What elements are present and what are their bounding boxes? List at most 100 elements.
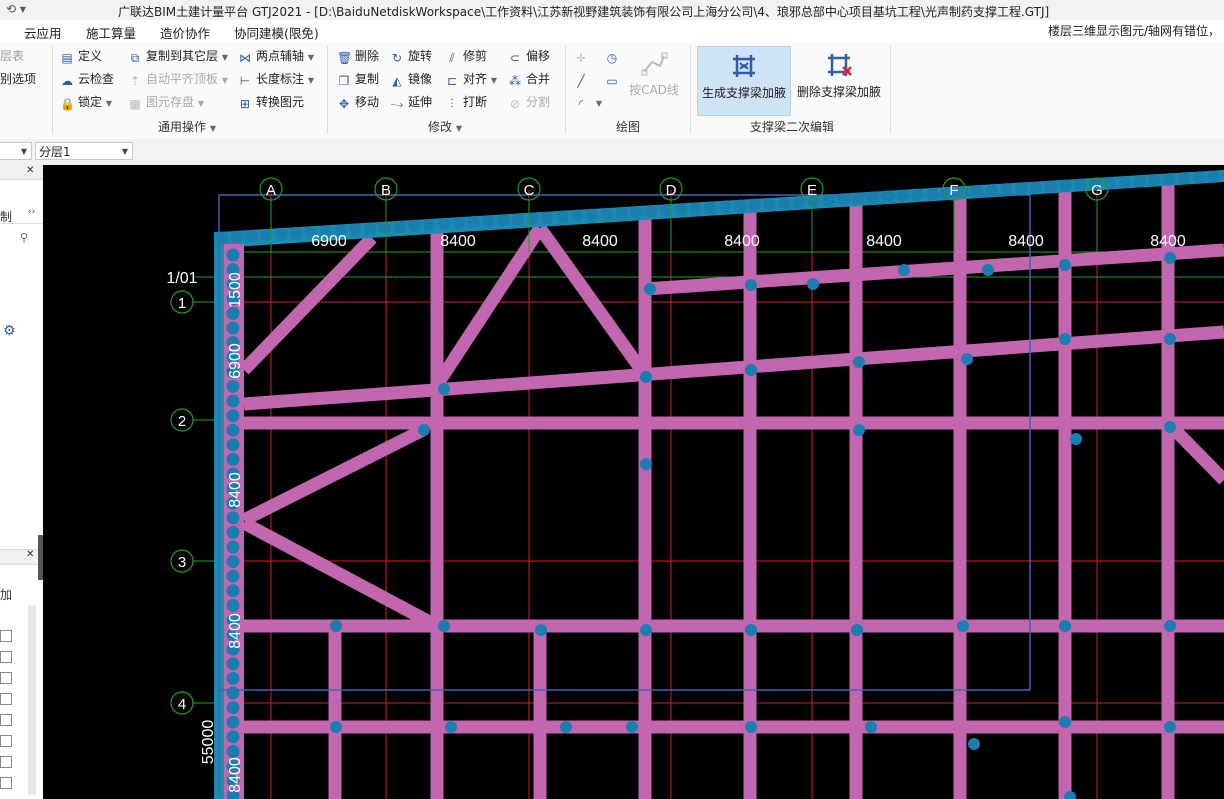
pile xyxy=(1044,180,1058,193)
layer-checkbox[interactable] xyxy=(0,630,12,642)
ribbon-separator xyxy=(52,46,53,134)
rotate-icon: ↻ xyxy=(391,51,403,65)
ribbon-separator xyxy=(890,46,891,134)
span-dimension: 8400 xyxy=(866,233,902,250)
pile xyxy=(467,216,480,229)
axis-label: F xyxy=(949,182,958,199)
row-dimension: 1500 xyxy=(227,272,244,308)
chevron-right-icon[interactable]: ›› xyxy=(28,207,35,217)
pile xyxy=(961,353,973,365)
vertical-scrollbar[interactable] xyxy=(28,605,36,795)
panel-tab-label[interactable]: 制 xyxy=(0,208,12,225)
pile xyxy=(1163,173,1176,186)
pile xyxy=(226,409,240,423)
copy-button[interactable]: ❐ 复制 xyxy=(337,71,379,88)
pile xyxy=(452,216,465,230)
circle-tool[interactable]: ◷ xyxy=(605,48,623,65)
layer-checkbox[interactable] xyxy=(0,672,12,684)
axis-label: 1/01 xyxy=(166,270,197,287)
group-general-label[interactable]: 通用操作 ▼ xyxy=(158,118,216,135)
pile xyxy=(745,721,757,733)
length-dim-button[interactable]: ⊢ 长度标注 ▼ xyxy=(238,71,314,89)
line-tool[interactable]: ╱ xyxy=(574,71,592,88)
menu-collab-modeling[interactable]: 协同建模(限免) xyxy=(234,23,319,42)
pile xyxy=(793,195,806,209)
two-point-axis-button[interactable]: ⋈ 两点辅轴 ▼ xyxy=(238,48,314,66)
trim-button[interactable]: ⫽ 修剪 xyxy=(445,48,487,65)
generate-haunch-button[interactable]: 生成支撑梁加腋 xyxy=(697,46,791,116)
search-icon[interactable]: ⚲ xyxy=(20,231,28,244)
tree-node-icon[interactable]: ⚙ xyxy=(3,323,16,339)
lock-button[interactable]: 🔒 锁定 ▼ xyxy=(60,94,112,112)
group-modify-label[interactable]: 修改 ▼ xyxy=(428,118,462,135)
define-button[interactable]: ▤ 定义 xyxy=(60,48,102,65)
pile xyxy=(230,230,243,244)
point-tool[interactable]: ✛ xyxy=(574,48,592,65)
remove-haunch-button[interactable]: 删除支撑梁加腋 xyxy=(793,46,885,114)
pile xyxy=(445,721,457,733)
layer-checkbox[interactable] xyxy=(0,651,12,663)
convert-element-button[interactable]: ⊞ 转换图元 xyxy=(238,94,304,111)
move-button[interactable]: ✥ 移动 xyxy=(337,94,379,111)
row-dimension: 8400 xyxy=(227,472,244,508)
pile xyxy=(822,194,835,207)
align-button[interactable]: ⊏ 对齐 ▼ xyxy=(445,71,497,89)
close-icon[interactable]: ✕ xyxy=(26,165,34,176)
cad-drawing[interactable]: A B C D E F G 6900 8400 8400 8400 8400 8400 8400 1/01 1… xyxy=(43,165,1224,799)
cad-line-button[interactable]: 按CAD线 xyxy=(626,46,682,114)
quick-access-toolbar[interactable]: ⟲ ▾ xyxy=(6,2,26,16)
menu-cloud-app[interactable]: 云应用 xyxy=(24,23,62,42)
menu-bar: 云应用 施工算量 造价协作 协同建模(限免) 楼层三维显示图元/轴网有错位， xyxy=(0,20,1224,42)
layer-checkbox[interactable] xyxy=(0,735,12,747)
layer-checkbox[interactable] xyxy=(0,756,12,768)
drawing-canvas[interactable]: A B C D E F G 6900 8400 8400 8400 8400 8400 8400 1/01 1… xyxy=(43,165,1224,799)
arc-tool[interactable]: ◜ ▼ xyxy=(574,94,602,112)
extend-button[interactable]: ⤍ 延伸 xyxy=(390,94,432,111)
pile xyxy=(1074,178,1087,192)
chevron-down-icon: ▼ xyxy=(121,147,128,156)
copy-to-floor-button[interactable]: ⧉ 复制到其它层 ▼ xyxy=(128,48,228,66)
cloud-check-button[interactable]: ☁ 云检查 xyxy=(60,71,114,88)
span-dimension: 8400 xyxy=(724,233,760,250)
menu-cost-collab[interactable]: 造价协作 xyxy=(160,23,210,42)
floor-table-button[interactable]: 层表 xyxy=(0,48,24,64)
element-save-button[interactable]: ▦ 图元存盘 ▼ xyxy=(128,94,204,112)
identify-options-button[interactable]: 别选项 xyxy=(0,71,36,87)
merge-button[interactable]: ⁂ 合并 xyxy=(508,71,550,88)
pile xyxy=(585,208,599,222)
pile xyxy=(226,438,240,452)
pile xyxy=(763,197,776,211)
pile xyxy=(393,220,406,234)
layer-checkbox[interactable] xyxy=(0,777,12,789)
pile xyxy=(226,306,240,320)
auto-align-slab-button[interactable]: ⇡ 自动平齐顶板 ▼ xyxy=(128,71,228,89)
pile xyxy=(1015,182,1028,195)
rect-tool[interactable]: ▭ xyxy=(605,71,623,88)
offset-button[interactable]: ⊂ 偏移 xyxy=(508,48,550,65)
close-icon[interactable]: ✕ xyxy=(26,549,34,560)
delete-button[interactable]: 🗑 删除 xyxy=(337,48,379,65)
pile xyxy=(245,229,258,243)
group-strut-label: 支撑梁二次编辑 xyxy=(750,120,835,134)
layer-checkbox[interactable] xyxy=(0,693,12,705)
pile xyxy=(896,189,909,202)
floor-select[interactable]: ▼ xyxy=(0,142,32,160)
layer-checkbox[interactable] xyxy=(0,714,12,726)
trim-icon: ⫽ xyxy=(449,51,455,65)
rotate-button[interactable]: ↻ 旋转 xyxy=(390,48,432,65)
axis-label: 3 xyxy=(178,554,186,571)
pile xyxy=(215,231,229,244)
notice-text: 楼层三维显示图元/轴网有错位， xyxy=(1048,24,1221,38)
pile xyxy=(745,364,757,376)
menu-construction[interactable]: 施工算量 xyxy=(86,23,136,42)
split-button[interactable]: ⊘ 分割 xyxy=(508,94,550,111)
pile xyxy=(852,192,865,205)
two-point-axis-icon: ⋈ xyxy=(239,51,251,65)
break-button[interactable]: ⫶ 打断 xyxy=(445,94,487,111)
pile xyxy=(733,199,747,213)
layer-select[interactable]: 分层1 ▼ xyxy=(35,142,133,160)
pile xyxy=(482,215,495,228)
mirror-button[interactable]: ◭ 镜像 xyxy=(390,71,432,88)
ribbon-separator xyxy=(327,46,328,134)
auto-align-icon: ⇡ xyxy=(129,74,141,88)
